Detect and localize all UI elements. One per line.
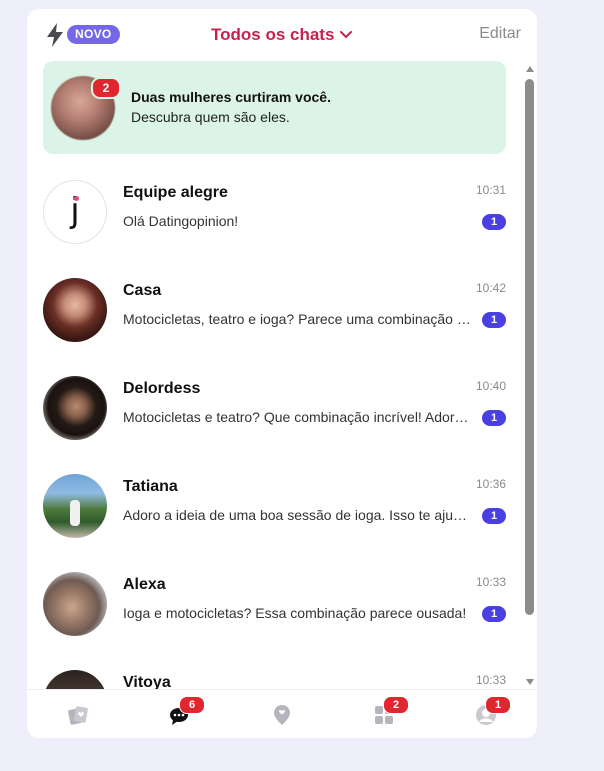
chat-preview: Olá Datingopinion! (123, 213, 239, 229)
chat-time: 10:40 (475, 379, 506, 393)
unread-badge: 1 (482, 508, 506, 524)
lightning-icon[interactable] (46, 23, 64, 47)
chat-name: Tatiana (123, 478, 178, 495)
likes-title: Duas mulheres curtiram você. (131, 89, 331, 105)
chat-time: 10:33 (475, 575, 506, 589)
chat-name: Equipe alegre (123, 184, 228, 201)
header: NOVO Todos os chats Editar (27, 9, 537, 61)
chat-name: Vitoya (123, 674, 171, 689)
chat-row[interactable]: Delordess Motocicletas e teatro? Que com… (27, 367, 522, 465)
chat-panel: NOVO Todos os chats Editar 2 Duas mulher… (27, 9, 537, 738)
chevron-down-icon (340, 31, 353, 39)
chat-row[interactable]: Alexa Ioga e motocicletas? Essa combinaç… (27, 563, 522, 661)
chat-time: 10:36 (475, 477, 506, 491)
chat-row[interactable]: j Equipe alegre Olá Datingopinion! 10:31… (27, 171, 522, 269)
nav-chats[interactable]: 6 (129, 690, 231, 738)
avatar (43, 278, 107, 342)
nav-nearby[interactable] (231, 690, 333, 738)
nav-profile[interactable]: 1 (435, 690, 537, 738)
nav-apps[interactable]: 2 (333, 690, 435, 738)
new-badge[interactable]: NOVO (67, 25, 120, 44)
scroll-down-arrow-icon[interactable] (526, 679, 534, 685)
chat-list[interactable]: 2 Duas mulheres curtiram você. Descubra … (27, 61, 537, 689)
chat-row[interactable]: Casa Motocicletas, teatro e ioga? Parece… (27, 269, 522, 367)
avatar (43, 572, 107, 636)
avatar (43, 474, 107, 538)
likes-count-badge: 2 (91, 77, 121, 99)
chats-count-badge: 6 (179, 696, 205, 714)
chat-name: Alexa (123, 576, 166, 593)
edit-button[interactable]: Editar (479, 25, 521, 43)
chat-name: Casa (123, 282, 162, 299)
chat-row[interactable]: Tatiana Adoro a ideia de uma boa sessão … (27, 465, 522, 563)
chat-time: 10:33 (475, 673, 506, 687)
avatar: j (43, 180, 107, 244)
scrollbar[interactable] (524, 61, 536, 689)
location-pin-icon (274, 705, 290, 725)
heart-icon (74, 196, 79, 201)
chat-time: 10:42 (475, 281, 506, 295)
profile-count-badge: 1 (485, 696, 511, 714)
scroll-up-arrow-icon[interactable] (526, 66, 534, 72)
chat-filter-dropdown[interactable]: Todos os chats (211, 24, 353, 46)
unread-badge: 1 (482, 214, 506, 230)
chat-row[interactable]: Vitoya 10:33 (27, 661, 522, 689)
unread-badge: 1 (482, 410, 506, 426)
chat-preview: Motocicletas e teatro? Que combinação in… (123, 409, 473, 425)
cards-icon (68, 706, 88, 725)
chat-preview: Adoro a ideia de uma boa sessão de ioga.… (123, 507, 473, 523)
page-title: Todos os chats (211, 25, 335, 44)
unread-badge: 1 (482, 312, 506, 328)
scrollbar-thumb[interactable] (525, 79, 534, 615)
avatar (43, 670, 107, 689)
likes-subtitle: Descubra quem são eles. (131, 109, 290, 125)
chat-time: 10:31 (475, 183, 506, 197)
unread-badge: 1 (482, 606, 506, 622)
likes-banner[interactable]: 2 Duas mulheres curtiram você. Descubra … (43, 61, 506, 154)
chat-name: Delordess (123, 380, 201, 397)
chat-preview: Ioga e motocicletas? Essa combinação par… (123, 605, 467, 621)
avatar (43, 376, 107, 440)
nav-cards[interactable] (27, 690, 129, 738)
apps-count-badge: 2 (383, 696, 409, 714)
chat-preview: Motocicletas, teatro e ioga? Parece uma … (123, 311, 473, 327)
bottom-nav: 6 2 1 (27, 689, 537, 738)
